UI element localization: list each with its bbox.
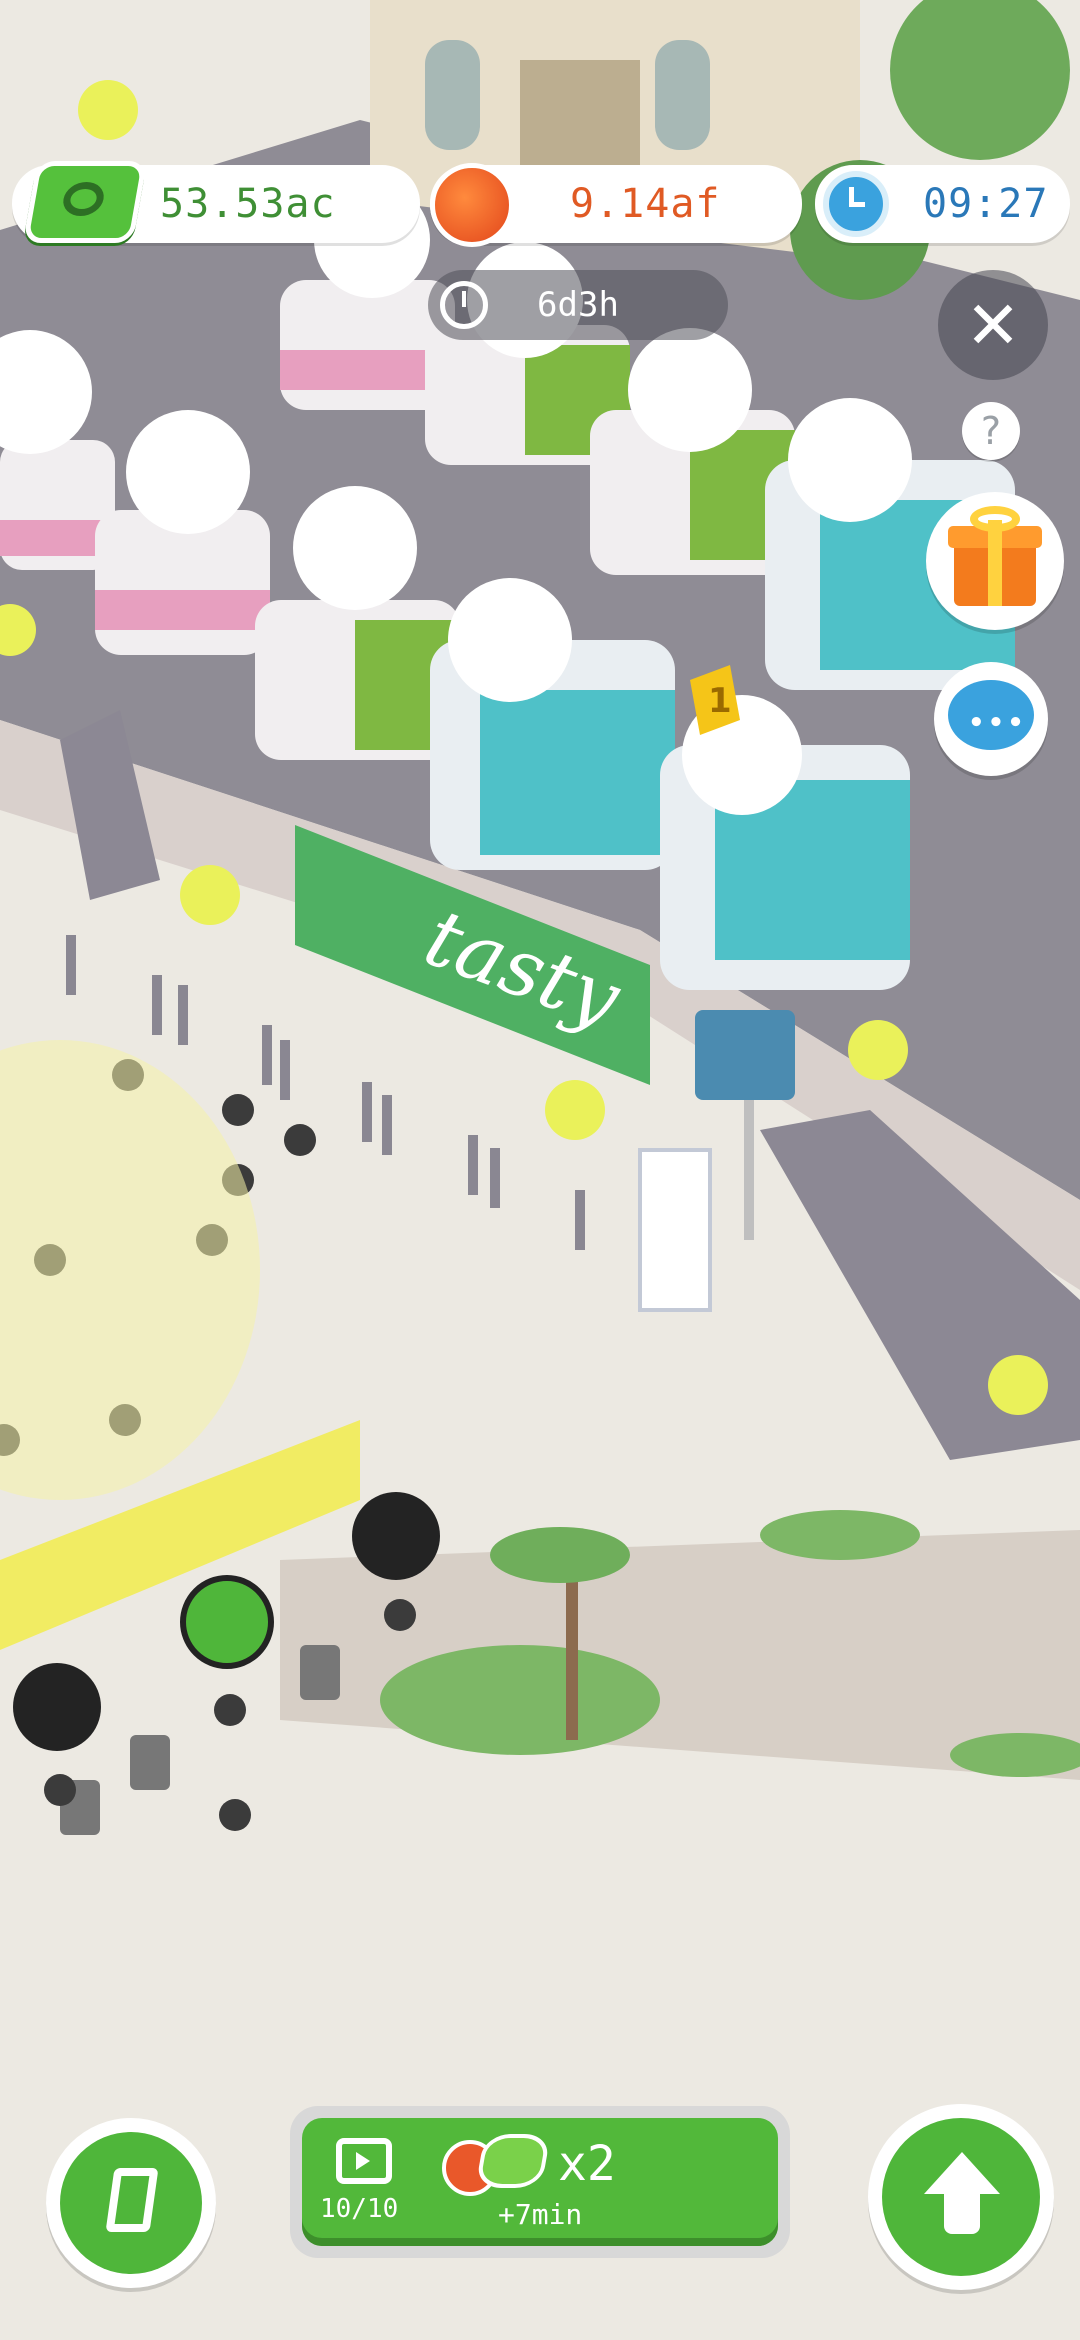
ads-remaining: 10/10	[320, 2194, 399, 2224]
boost-multiplier: x2	[558, 2136, 616, 2192]
help-button[interactable]: ?	[962, 402, 1020, 460]
upgrade-button[interactable]	[868, 2104, 1054, 2290]
rank-badge-number: 1	[708, 681, 732, 721]
boost-button[interactable]: 10/10 x2 +7min	[290, 2106, 790, 2258]
question-icon: ?	[980, 409, 1002, 453]
timer-icon	[440, 281, 488, 329]
currency-orange-value: 9.14af	[570, 181, 721, 227]
upgrade-arrow-icon	[924, 2152, 1000, 2194]
clock-icon	[823, 171, 889, 237]
gift-button[interactable]	[926, 492, 1064, 630]
direction-sign	[695, 1010, 795, 1100]
palm-tree	[566, 1560, 578, 1740]
lifeguard-chair	[638, 1148, 712, 1312]
boost-bonus-time: +7min	[498, 2198, 583, 2231]
music-sheet-icon	[105, 2168, 159, 2232]
currency-green-display: 53.53ac	[12, 161, 420, 243]
video-ad-icon	[336, 2138, 392, 2184]
event-timer-value: 6d3h	[537, 285, 619, 325]
event-timer: 6d3h	[428, 270, 728, 340]
currency-green-value: 53.53ac	[160, 181, 336, 227]
clock-time: 09:27	[923, 181, 1049, 227]
music-note-coin-icon	[22, 161, 148, 243]
music-menu-button[interactable]	[46, 2118, 216, 2288]
tomato-icon	[430, 163, 514, 247]
currency-orange-display: 9.14af	[430, 163, 802, 247]
close-button[interactable]: ✕	[938, 270, 1048, 380]
chat-button[interactable]: •••	[934, 662, 1048, 776]
music-note-coin-icon	[475, 2134, 551, 2188]
close-icon: ✕	[965, 286, 1021, 364]
game-scene: tasty 1	[0, 0, 1080, 2340]
clock-display: 09:27	[815, 165, 1070, 243]
